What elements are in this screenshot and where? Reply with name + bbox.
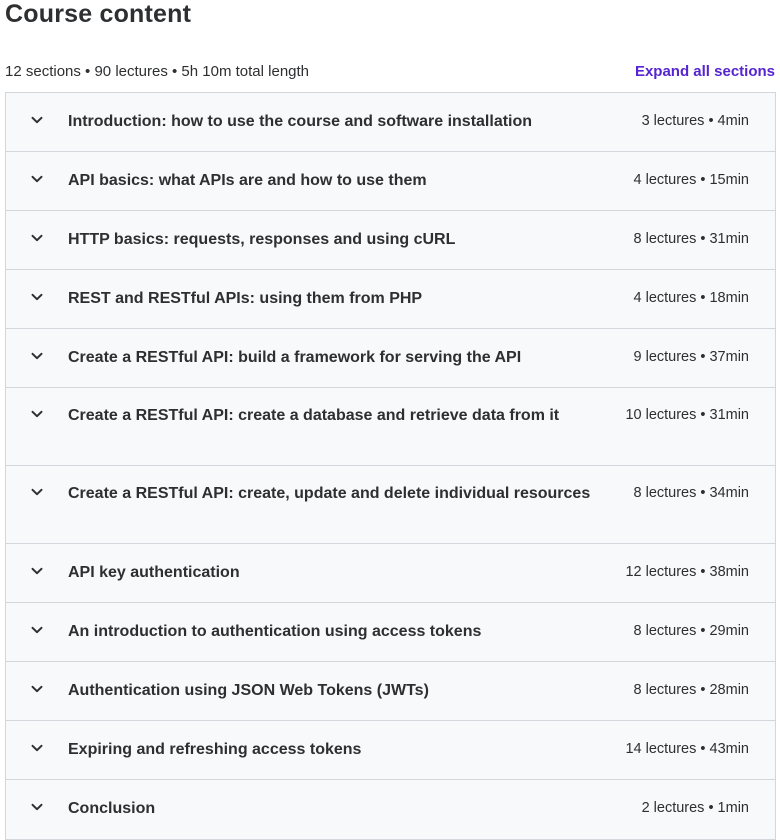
section-row[interactable]: API key authentication 12 lectures • 38m…: [6, 544, 775, 603]
section-meta: 8 lectures • 28min: [633, 682, 750, 698]
section-meta: 8 lectures • 34min: [633, 485, 750, 501]
section-meta: 8 lectures • 31min: [633, 231, 750, 247]
section-meta: 8 lectures • 29min: [633, 623, 750, 639]
section-row[interactable]: Create a RESTful API: build a framework …: [6, 329, 775, 388]
section-title: API key authentication: [68, 564, 240, 581]
section-title: An introduction to authentication using …: [68, 623, 482, 640]
chevron-down-icon: [6, 621, 68, 637]
section-title: Expiring and refreshing access tokens: [68, 741, 362, 758]
chevron-down-icon: [6, 798, 68, 814]
section-title: HTTP basics: requests, responses and usi…: [68, 231, 456, 248]
section-title: Create a RESTful API: build a framework …: [68, 349, 522, 366]
section-list: Introduction: how to use the course and …: [5, 92, 776, 840]
section-title: Create a RESTful API: create, update and…: [68, 485, 591, 502]
chevron-down-icon: [6, 111, 68, 127]
chevron-down-icon: [6, 288, 68, 304]
chevron-down-icon: [6, 483, 68, 499]
section-meta: 14 lectures • 43min: [625, 741, 749, 757]
chevron-down-icon: [6, 170, 68, 186]
section-meta: 12 lectures • 38min: [625, 564, 749, 580]
course-summary: 12 sections • 90 lectures • 5h 10m total…: [5, 62, 310, 80]
section-title: Introduction: how to use the course and …: [68, 113, 533, 130]
section-title: Create a RESTful API: create a database …: [68, 407, 560, 424]
section-row[interactable]: HTTP basics: requests, responses and usi…: [6, 211, 775, 270]
chevron-down-icon: [6, 680, 68, 696]
section-title: Conclusion: [68, 800, 156, 817]
chevron-down-icon: [6, 405, 68, 421]
section-row[interactable]: Introduction: how to use the course and …: [6, 93, 775, 152]
section-row[interactable]: REST and RESTful APIs: using them from P…: [6, 270, 775, 329]
course-summary-bar: 12 sections • 90 lectures • 5h 10m total…: [5, 60, 776, 82]
chevron-down-icon: [6, 562, 68, 578]
section-row[interactable]: Authentication using JSON Web Tokens (JW…: [6, 662, 775, 721]
section-meta: 4 lectures • 15min: [633, 172, 750, 188]
section-meta: 4 lectures • 18min: [633, 290, 750, 306]
chevron-down-icon: [6, 739, 68, 755]
expand-all-sections-button[interactable]: Expand all sections: [635, 63, 775, 80]
section-row[interactable]: An introduction to authentication using …: [6, 603, 775, 662]
section-meta: 9 lectures • 37min: [633, 349, 750, 365]
section-meta: 3 lectures • 4min: [641, 113, 749, 129]
course-content-panel: Course content 12 sections • 90 lectures…: [0, 0, 780, 840]
chevron-down-icon: [6, 229, 68, 245]
section-title: REST and RESTful APIs: using them from P…: [68, 290, 423, 307]
section-row[interactable]: Conclusion 2 lectures • 1min: [6, 780, 775, 839]
section-title: Authentication using JSON Web Tokens (JW…: [68, 682, 429, 699]
section-meta: 10 lectures • 31min: [625, 407, 749, 423]
section-row[interactable]: Create a RESTful API: create, update and…: [6, 466, 775, 544]
section-row[interactable]: Create a RESTful API: create a database …: [6, 388, 775, 466]
section-title: API basics: what APIs are and how to use…: [68, 172, 427, 189]
section-row[interactable]: API basics: what APIs are and how to use…: [6, 152, 775, 211]
section-meta: 2 lectures • 1min: [641, 800, 749, 816]
page-title: Course content: [5, 0, 192, 28]
section-row[interactable]: Expiring and refreshing access tokens 14…: [6, 721, 775, 780]
chevron-down-icon: [6, 347, 68, 363]
